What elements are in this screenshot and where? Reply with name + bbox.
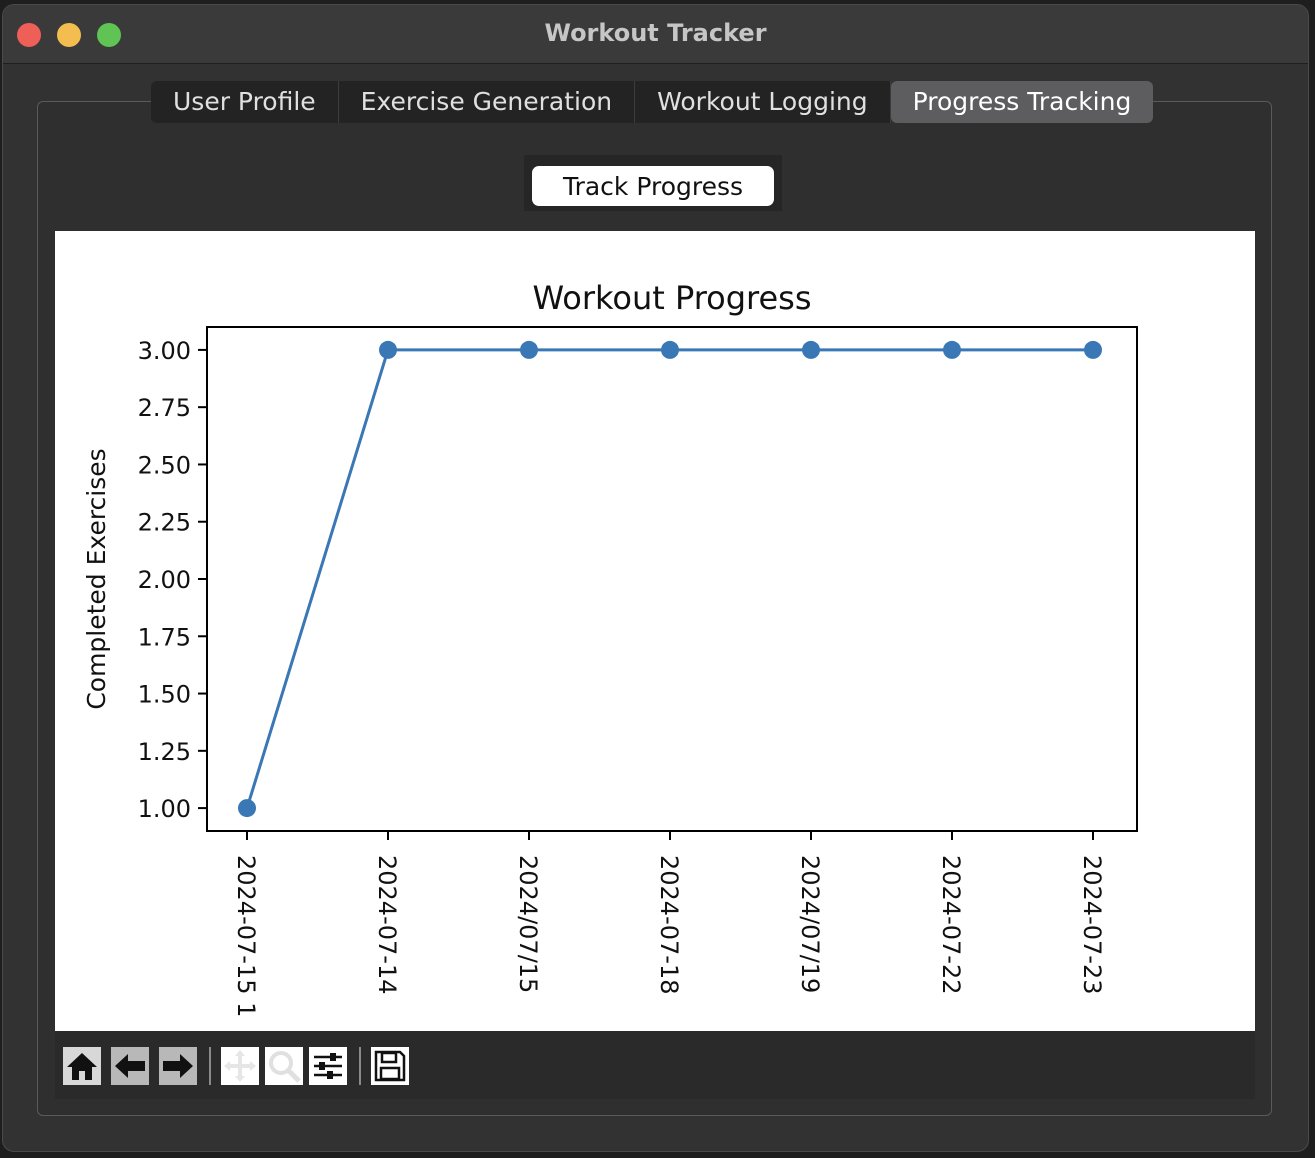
forward-icon[interactable] bbox=[159, 1047, 197, 1085]
x-tick-label: 2024/07/19 bbox=[796, 855, 824, 993]
data-point bbox=[943, 340, 961, 359]
toolbar-separator bbox=[209, 1047, 211, 1085]
y-tick-label: 1.25 bbox=[138, 738, 191, 766]
track-progress-button[interactable]: Track Progress bbox=[532, 166, 774, 206]
plot-toolbar bbox=[55, 1031, 1255, 1099]
y-tick-label: 2.50 bbox=[138, 451, 191, 479]
y-tick-label: 1.00 bbox=[138, 795, 191, 823]
toolbar-separator bbox=[359, 1047, 361, 1085]
title-bar: Workout Tracker bbox=[3, 5, 1308, 64]
data-point bbox=[520, 340, 538, 359]
back-icon[interactable] bbox=[111, 1047, 149, 1085]
y-tick-label: 2.75 bbox=[138, 394, 191, 422]
y-tick-label: 1.50 bbox=[138, 681, 191, 709]
save-icon[interactable] bbox=[371, 1047, 409, 1085]
zoom-icon[interactable] bbox=[265, 1047, 303, 1085]
chart-canvas: Workout Progress Completed Exercises 1.00 1… bbox=[55, 231, 1255, 1031]
tab-progress-tracking[interactable]: Progress Tracking bbox=[890, 81, 1154, 123]
app-window: Workout Tracker User Profile Exercise Ge… bbox=[2, 4, 1309, 1152]
pan-icon[interactable] bbox=[221, 1047, 259, 1085]
x-tick-label: 2024-07-23 bbox=[1078, 855, 1106, 994]
tab-user-profile[interactable]: User Profile bbox=[151, 81, 339, 123]
window-title: Workout Tracker bbox=[544, 19, 767, 47]
y-tick-label: 2.25 bbox=[138, 509, 191, 537]
progress-chart: Workout Progress Completed Exercises 1.00 1… bbox=[82, 279, 1138, 1017]
y-tick-label: 3.00 bbox=[138, 337, 191, 365]
data-point bbox=[1084, 340, 1102, 359]
configure-subplots-icon[interactable] bbox=[309, 1047, 347, 1085]
x-tick-label: 2024-07-22 bbox=[937, 855, 965, 994]
tab-bar: User Profile Exercise Generation Workout… bbox=[151, 81, 1154, 123]
data-point bbox=[661, 340, 679, 359]
chart-title: Workout Progress bbox=[532, 279, 811, 317]
x-tick-label: 2024-07-15 1 bbox=[232, 855, 260, 1017]
data-point bbox=[238, 799, 256, 818]
series-line bbox=[245, 348, 1093, 809]
y-axis-label: Completed Exercises bbox=[82, 448, 111, 709]
data-point bbox=[802, 340, 820, 359]
data-point bbox=[379, 340, 397, 359]
home-icon[interactable] bbox=[63, 1047, 101, 1085]
tab-workout-logging[interactable]: Workout Logging bbox=[635, 81, 891, 123]
y-tick-label: 1.75 bbox=[138, 623, 191, 651]
x-tick-label: 2024/07/15 bbox=[514, 855, 542, 993]
x-tick-label: 2024-07-18 bbox=[655, 855, 683, 994]
track-button-frame: Track Progress bbox=[524, 155, 782, 211]
plot-frame bbox=[206, 326, 1138, 832]
x-tick-label: 2024-07-14 bbox=[373, 855, 401, 994]
y-tick-label: 2.00 bbox=[138, 566, 191, 594]
tab-exercise-generation[interactable]: Exercise Generation bbox=[338, 81, 636, 123]
